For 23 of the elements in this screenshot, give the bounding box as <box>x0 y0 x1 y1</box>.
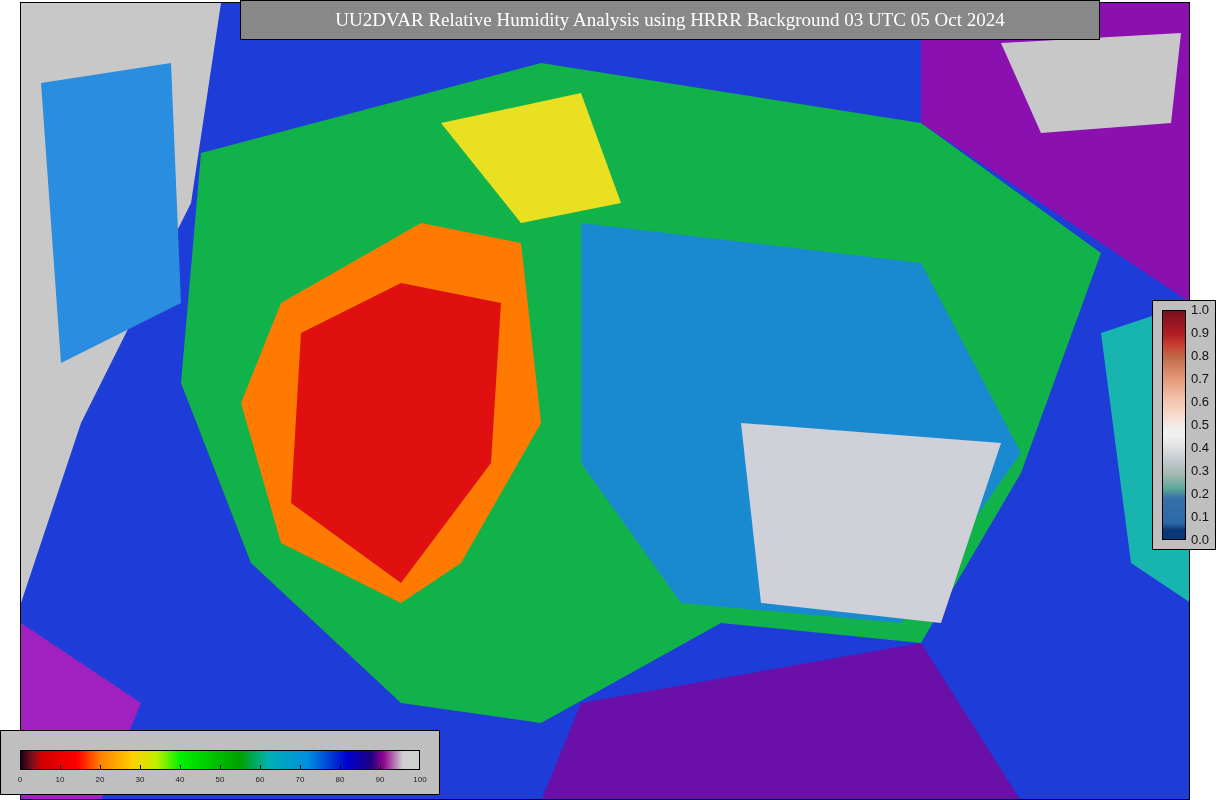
tick-label: 0.4 <box>1191 441 1210 455</box>
tick-label: 1.0 <box>1191 303 1210 317</box>
tick-label: 0.0 <box>1191 533 1210 547</box>
tick-label: 80 <box>335 775 345 785</box>
tick-label: 20 <box>95 775 105 785</box>
tick-label: 0.6 <box>1191 395 1210 409</box>
tick-label: 0.9 <box>1191 326 1210 340</box>
tick-label: 40 <box>175 775 185 785</box>
tick-label: 90 <box>375 775 385 785</box>
tick-label: 0.7 <box>1191 372 1210 386</box>
tick-label: 0.3 <box>1191 464 1210 478</box>
tick-label: 70 <box>295 775 305 785</box>
tick-label: 100 <box>413 775 427 785</box>
tick-label: 0.2 <box>1191 487 1210 501</box>
tick-label: 10 <box>55 775 65 785</box>
tick-label: 60 <box>255 775 265 785</box>
tick-label: 50 <box>215 775 225 785</box>
tick-label: 0.5 <box>1191 418 1210 432</box>
tick-label: 30 <box>135 775 145 785</box>
tick-label: 0 <box>17 775 23 785</box>
tick-label: 0.1 <box>1191 510 1210 524</box>
map-title: UU2DVAR Relative Humidity Analysis using HRRR Background 03 UTC 05 Oct 2024 <box>240 0 1100 40</box>
tick-label: 0.8 <box>1191 349 1210 363</box>
